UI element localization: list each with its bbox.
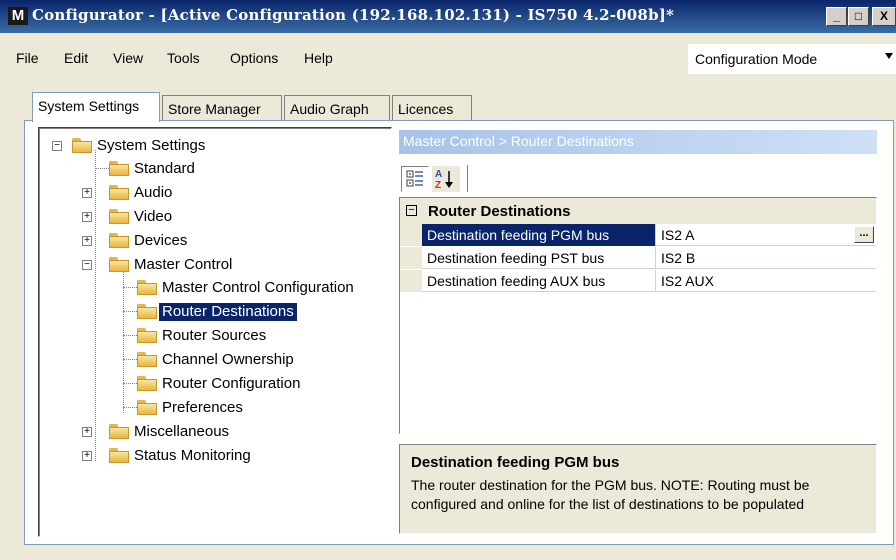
tree-item-status-monitoring[interactable]: + Status Monitoring — [39, 445, 279, 467]
help-text: The router destination for the PGM bus. … — [411, 477, 810, 512]
tree-item-channel-ownership[interactable]: Channel Ownership — [39, 349, 339, 371]
property-category-label: Router Destinations — [428, 203, 571, 220]
tree-item-miscellaneous[interactable]: + Miscellaneous — [39, 421, 259, 443]
tree-item-label: Preferences — [162, 399, 243, 416]
title-bar: M Configurator - [Active Configuration (… — [0, 0, 896, 33]
tree-item-label: Router Sources — [162, 327, 267, 344]
tree-item-router-configuration[interactable]: Router Configuration — [39, 373, 339, 395]
expand-icon[interactable]: + — [82, 188, 92, 198]
property-value[interactable]: IS2 A — [657, 224, 876, 246]
expand-icon[interactable]: + — [82, 212, 92, 222]
menu-view[interactable]: View — [113, 50, 143, 66]
mode-dropdown[interactable]: Configuration Mode — [688, 44, 896, 74]
property-row[interactable]: Destination feeding PGM bus IS2 A ... — [400, 224, 876, 246]
close-button[interactable]: X — [872, 7, 896, 26]
sort-alphabetical-icon: A Z — [435, 169, 453, 191]
tree-item-label: Standard — [134, 160, 195, 177]
alphabetical-view-button[interactable]: A Z — [432, 166, 460, 192]
tree-item-label: System Settings — [97, 137, 206, 154]
property-category[interactable]: − Router Destinations — [400, 198, 876, 224]
property-name[interactable]: Destination feeding AUX bus — [422, 270, 656, 292]
property-row[interactable]: Destination feeding AUX bus IS2 AUX — [400, 270, 876, 292]
window-title: Configurator - [Active Configuration (19… — [32, 6, 675, 24]
tab-store-manager[interactable]: Store Manager — [162, 95, 282, 121]
tree-item-label: Video — [134, 208, 173, 225]
breadcrumb: Master Control > Router Destinations — [399, 130, 877, 154]
folder-icon — [109, 448, 129, 463]
property-value[interactable]: IS2 B — [657, 247, 876, 269]
tab-system-settings[interactable]: System Settings — [32, 92, 160, 122]
expand-icon[interactable]: + — [82, 451, 92, 461]
tab-licences[interactable]: Licences — [392, 95, 472, 121]
folder-icon — [109, 209, 129, 224]
property-gutter — [400, 270, 422, 292]
menu-help[interactable]: Help — [304, 50, 333, 66]
categorized-view-button[interactable] — [401, 166, 429, 192]
property-gutter — [400, 247, 422, 269]
maximize-button[interactable]: □ — [848, 7, 869, 26]
tree-item-label: Channel Ownership — [162, 351, 294, 368]
folder-icon — [109, 233, 129, 248]
tree-item-label: Master Control Configuration — [162, 279, 354, 296]
tree-item-standard[interactable]: Standard — [39, 158, 239, 180]
toolbar-separator — [467, 165, 469, 192]
folder-icon — [137, 400, 157, 415]
folder-icon — [72, 138, 92, 153]
tree-item-label: Router Destinations — [159, 303, 297, 321]
tree-item-master-control-configuration[interactable]: Master Control Configuration — [39, 277, 379, 299]
collapse-icon[interactable]: − — [82, 260, 92, 270]
expand-icon[interactable]: + — [82, 236, 92, 246]
folder-icon — [109, 424, 129, 439]
menu-options[interactable]: Options — [230, 50, 278, 66]
tree-item-video[interactable]: + Video — [39, 206, 239, 228]
property-help-panel: Destination feeding PGM bus The router d… — [399, 444, 877, 534]
menu-tools[interactable]: Tools — [167, 50, 200, 66]
categorized-icon — [406, 170, 423, 187]
property-row[interactable]: Destination feeding PST bus IS2 B — [400, 247, 876, 269]
help-title: Destination feeding PGM bus — [411, 454, 620, 471]
tree-item-audio[interactable]: + Audio — [39, 182, 239, 204]
folder-icon — [137, 304, 157, 319]
minimize-button[interactable]: _ — [826, 7, 847, 26]
folder-icon — [137, 352, 157, 367]
folder-icon — [137, 376, 157, 391]
tab-audio-graph[interactable]: Audio Graph — [284, 95, 390, 121]
property-gutter — [400, 224, 422, 246]
folder-icon — [109, 161, 129, 176]
tree-item-label: Master Control — [134, 256, 233, 273]
tree-item-preferences[interactable]: Preferences — [39, 397, 339, 419]
svg-text:Z: Z — [435, 180, 441, 191]
folder-icon — [109, 185, 129, 200]
mode-value: Configuration Mode — [695, 51, 818, 67]
menu-edit[interactable]: Edit — [64, 50, 88, 66]
tree-item-system-settings[interactable]: − System Settings — [39, 135, 239, 157]
collapse-icon[interactable]: − — [406, 205, 417, 216]
tree-item-master-control[interactable]: − Master Control — [39, 254, 259, 276]
tree-item-label: Router Configuration — [162, 375, 301, 392]
tree-item-label: Audio — [134, 184, 173, 201]
property-grid[interactable]: − Router Destinations Destination feedin… — [399, 197, 877, 434]
property-name[interactable]: Destination feeding PST bus — [422, 247, 656, 269]
settings-tree[interactable]: − System Settings Standard + Audio + Vid… — [38, 127, 392, 537]
folder-icon — [137, 328, 157, 343]
chevron-down-icon[interactable] — [885, 53, 893, 59]
property-name[interactable]: Destination feeding PGM bus — [422, 224, 656, 246]
menu-file[interactable]: File — [16, 50, 39, 66]
tree-item-label: Status Monitoring — [134, 447, 251, 464]
expand-icon[interactable]: + — [82, 427, 92, 437]
folder-open-icon — [109, 257, 129, 272]
svg-text:A: A — [435, 169, 442, 180]
tree-item-router-sources[interactable]: Router Sources — [39, 325, 339, 347]
tree-item-label: Devices — [134, 232, 188, 249]
tree-item-devices[interactable]: + Devices — [39, 230, 239, 252]
collapse-icon[interactable]: − — [52, 141, 62, 151]
folder-icon — [137, 280, 157, 295]
tree-item-router-destinations[interactable]: Router Destinations — [39, 301, 339, 323]
property-value[interactable]: IS2 AUX — [657, 270, 876, 292]
app-logo-icon: M — [8, 7, 28, 25]
tree-item-label: Miscellaneous — [134, 423, 230, 440]
ellipsis-button[interactable]: ... — [854, 226, 874, 243]
